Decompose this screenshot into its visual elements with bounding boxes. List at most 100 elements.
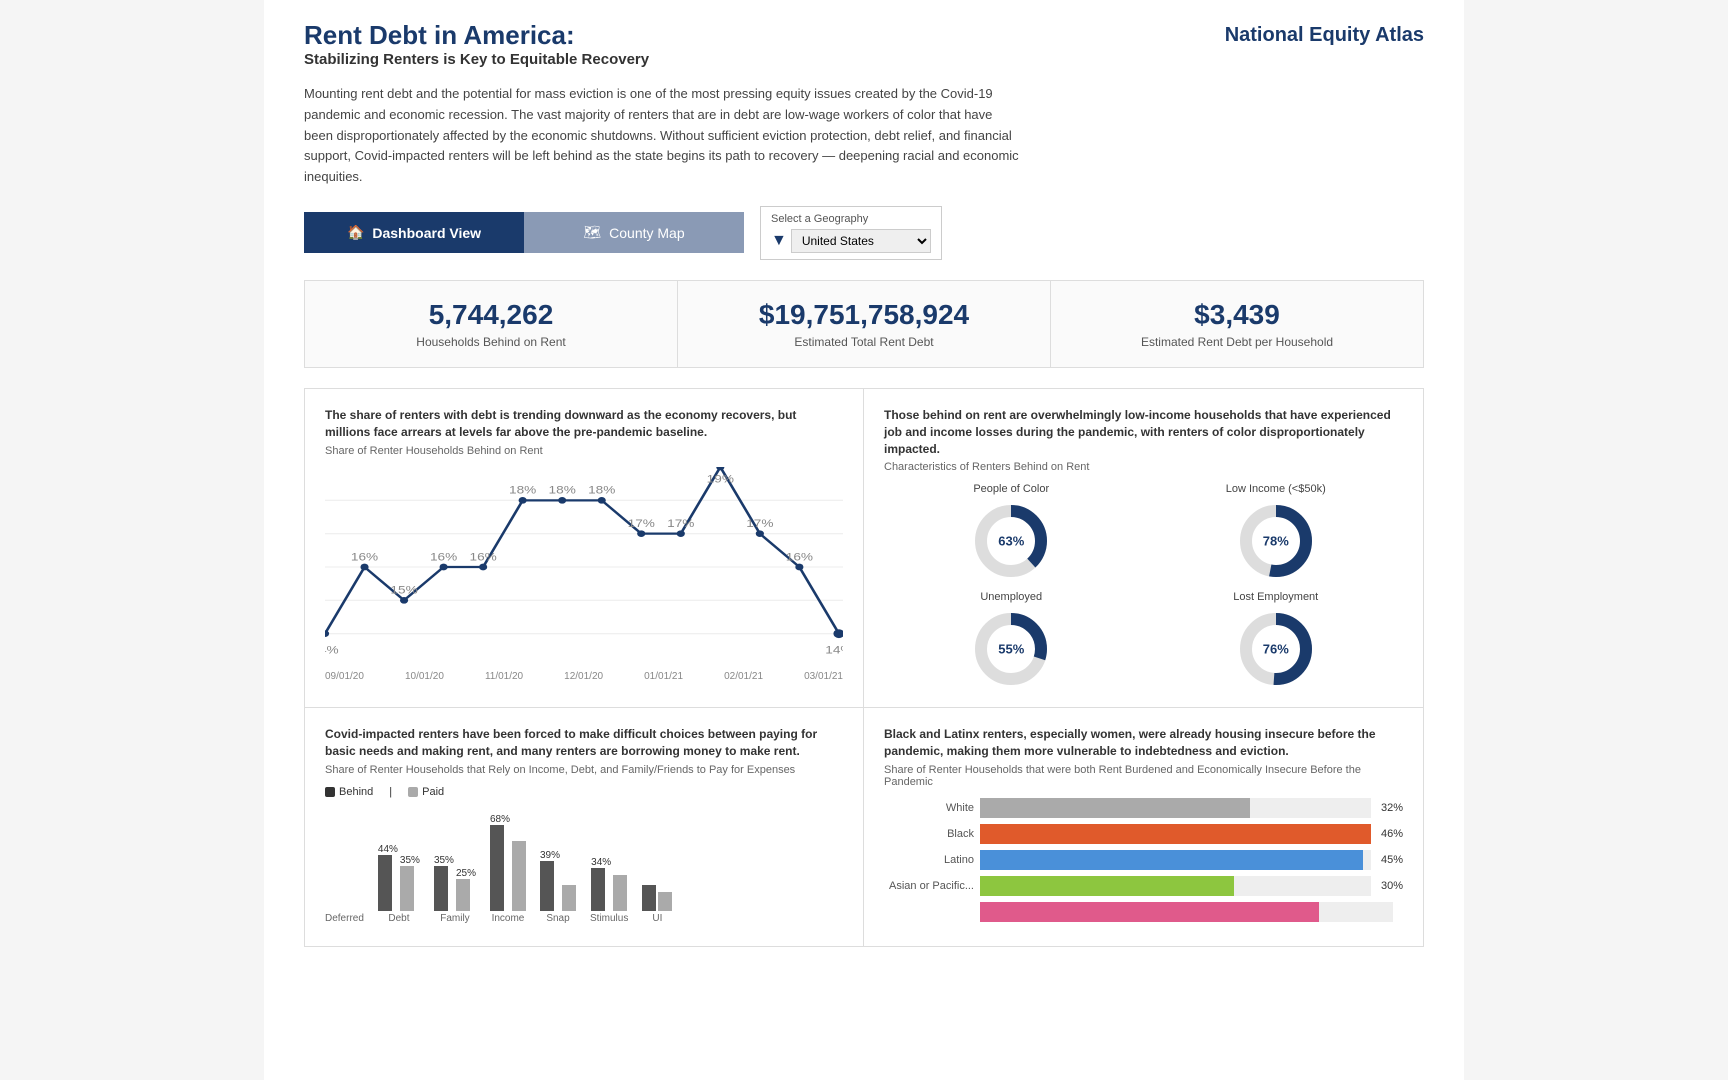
donut-label-3: Unemployed [980,591,1042,603]
bar-label-snap: Snap [546,913,569,924]
bar-behind-ui [642,885,656,911]
bar-col-ui: UI [642,821,672,924]
legend-dot-behind [325,787,335,797]
bar-behind-debt [378,855,392,911]
dashboard-view-button[interactable]: 🏠 Dashboard View [304,212,524,253]
donut-lost-employment: Lost Employment 76% [1149,591,1404,689]
total-debt-number: $19,751,758,924 [688,299,1040,331]
donut-low-income: Low Income (<$50k) 78% [1149,483,1404,581]
data-point [519,497,527,504]
donut-grid: People of Color 63% Low Income (<$50k) [884,483,1403,689]
line-label: 17% [746,517,773,530]
bar-label-deferred: Deferred [325,913,364,924]
donut-chart-subtitle: Characteristics of Renters Behind on Ren… [884,461,1403,473]
x-axis-labels: 09/01/20 10/01/20 11/01/20 12/01/20 01/0… [325,671,843,682]
households-number: 5,744,262 [315,299,667,331]
line-label: 17% [628,517,655,530]
stat-total-debt: $19,751,758,924 Estimated Total Rent Deb… [678,281,1051,367]
line-label: 17% [667,517,694,530]
title-block: Rent Debt in America: Stabilizing Renter… [304,20,649,68]
bar-label-black: Black [884,828,974,840]
bar-val-behind-stimulus: 34% [591,857,611,868]
donut-charts-panel: Those behind on rent are overwhelmingly … [864,389,1423,708]
data-point [400,597,408,604]
page-subtitle: Stabilizing Renters is Key to Equitable … [304,51,649,68]
bar-pair-stimulus: 34% [591,821,627,911]
bar-row-black: Black 46% [884,824,1403,844]
bar-paid-income [512,841,526,911]
bar-val-paid-debt: 35% [400,855,420,866]
donut-container-4: 76% [1236,609,1316,689]
geo-select[interactable]: United States [791,229,931,253]
data-point [479,563,487,570]
bar-pair-snap: 39% [540,821,576,911]
bar-wrap-paid-ui [658,892,672,911]
stat-per-household: $3,439 Estimated Rent Debt per Household [1051,281,1423,367]
bar-fill-white [980,798,1250,818]
bar-fill-other [980,902,1319,922]
line-chart-polyline [325,467,839,634]
bar-pct-asian: 30% [1381,880,1403,892]
bar-fill-asian [980,876,1234,896]
legend-separator: | [389,786,392,798]
bar-col-income: 68% Income [490,821,526,924]
bar-col-deferred: Deferred [325,821,364,924]
bar-track-other [980,902,1393,922]
bar-label-white: White [884,802,974,814]
data-point [795,563,803,570]
bar-behind-family [434,866,448,911]
bar-paid-stimulus [613,875,627,911]
x-label: 11/01/20 [485,671,523,682]
data-point [637,530,645,537]
bar-track-black [980,824,1371,844]
donut-chart-title: Those behind on rent are overwhelmingly … [884,407,1403,457]
bar-wrap-behind-snap: 39% [540,850,560,911]
per-household-label: Estimated Rent Debt per Household [1061,335,1413,349]
donut-pct-3: 55% [998,642,1024,657]
bar-wrap-behind-family: 35% [434,855,454,911]
bar-fill-black [980,824,1371,844]
per-household-number: $3,439 [1061,299,1413,331]
bar-track-white [980,798,1371,818]
bar-wrap-paid-income [512,841,526,911]
horiz-bar-panel: Black and Latinx renters, especially wom… [864,708,1423,946]
bar-row-other [884,902,1403,922]
data-point [558,497,566,504]
data-point-last [833,629,843,638]
bar-row-latino: Latino 45% [884,850,1403,870]
data-point [677,530,685,537]
stats-row: 5,744,262 Households Behind on Rent $19,… [304,280,1424,368]
bar-val-paid-family: 25% [456,868,476,879]
data-point [325,630,329,637]
line-label: 16% [786,550,813,563]
home-icon: 🏠 [347,224,364,241]
legend-behind: Behind [325,786,373,798]
bar-row-white: White 32% [884,798,1403,818]
bar-val-behind-income: 68% [490,814,510,825]
bar-label-family: Family [440,913,469,924]
bar-label-ui: UI [652,913,662,924]
donut-pct-1: 63% [998,534,1024,549]
bar-val-behind-snap: 39% [540,850,560,861]
bar-behind-income [490,825,504,911]
dashboard-label: Dashboard View [372,225,481,241]
bar-col-family: 35% 25% Family [434,821,476,924]
county-map-button[interactable]: 🗺 County Map [524,212,744,253]
grouped-bar-subtitle: Share of Renter Households that Rely on … [325,764,843,776]
legend-label-paid: Paid [422,786,444,798]
total-debt-label: Estimated Total Rent Debt [688,335,1040,349]
header-row: Rent Debt in America: Stabilizing Renter… [304,20,1424,68]
line-label: 14% [325,643,339,656]
filter-icon: ▼ [771,232,787,250]
map-icon: 🗺 [583,224,601,241]
legend-dot-paid [408,787,418,797]
line-label-last: 14% [825,643,843,656]
bar-pair-family: 35% 25% [434,821,476,911]
charts-grid-top: The share of renters with debt is trendi… [304,388,1424,947]
grouped-bar-area: Deferred 44% 35% Debt [325,804,843,924]
legend-label-behind: Behind [339,786,373,798]
grouped-bar-panel: Covid-impacted renters have been forced … [305,708,864,946]
line-label: 18% [549,483,576,496]
donut-people-of-color: People of Color 63% [884,483,1139,581]
bar-label-income: Income [492,913,525,924]
